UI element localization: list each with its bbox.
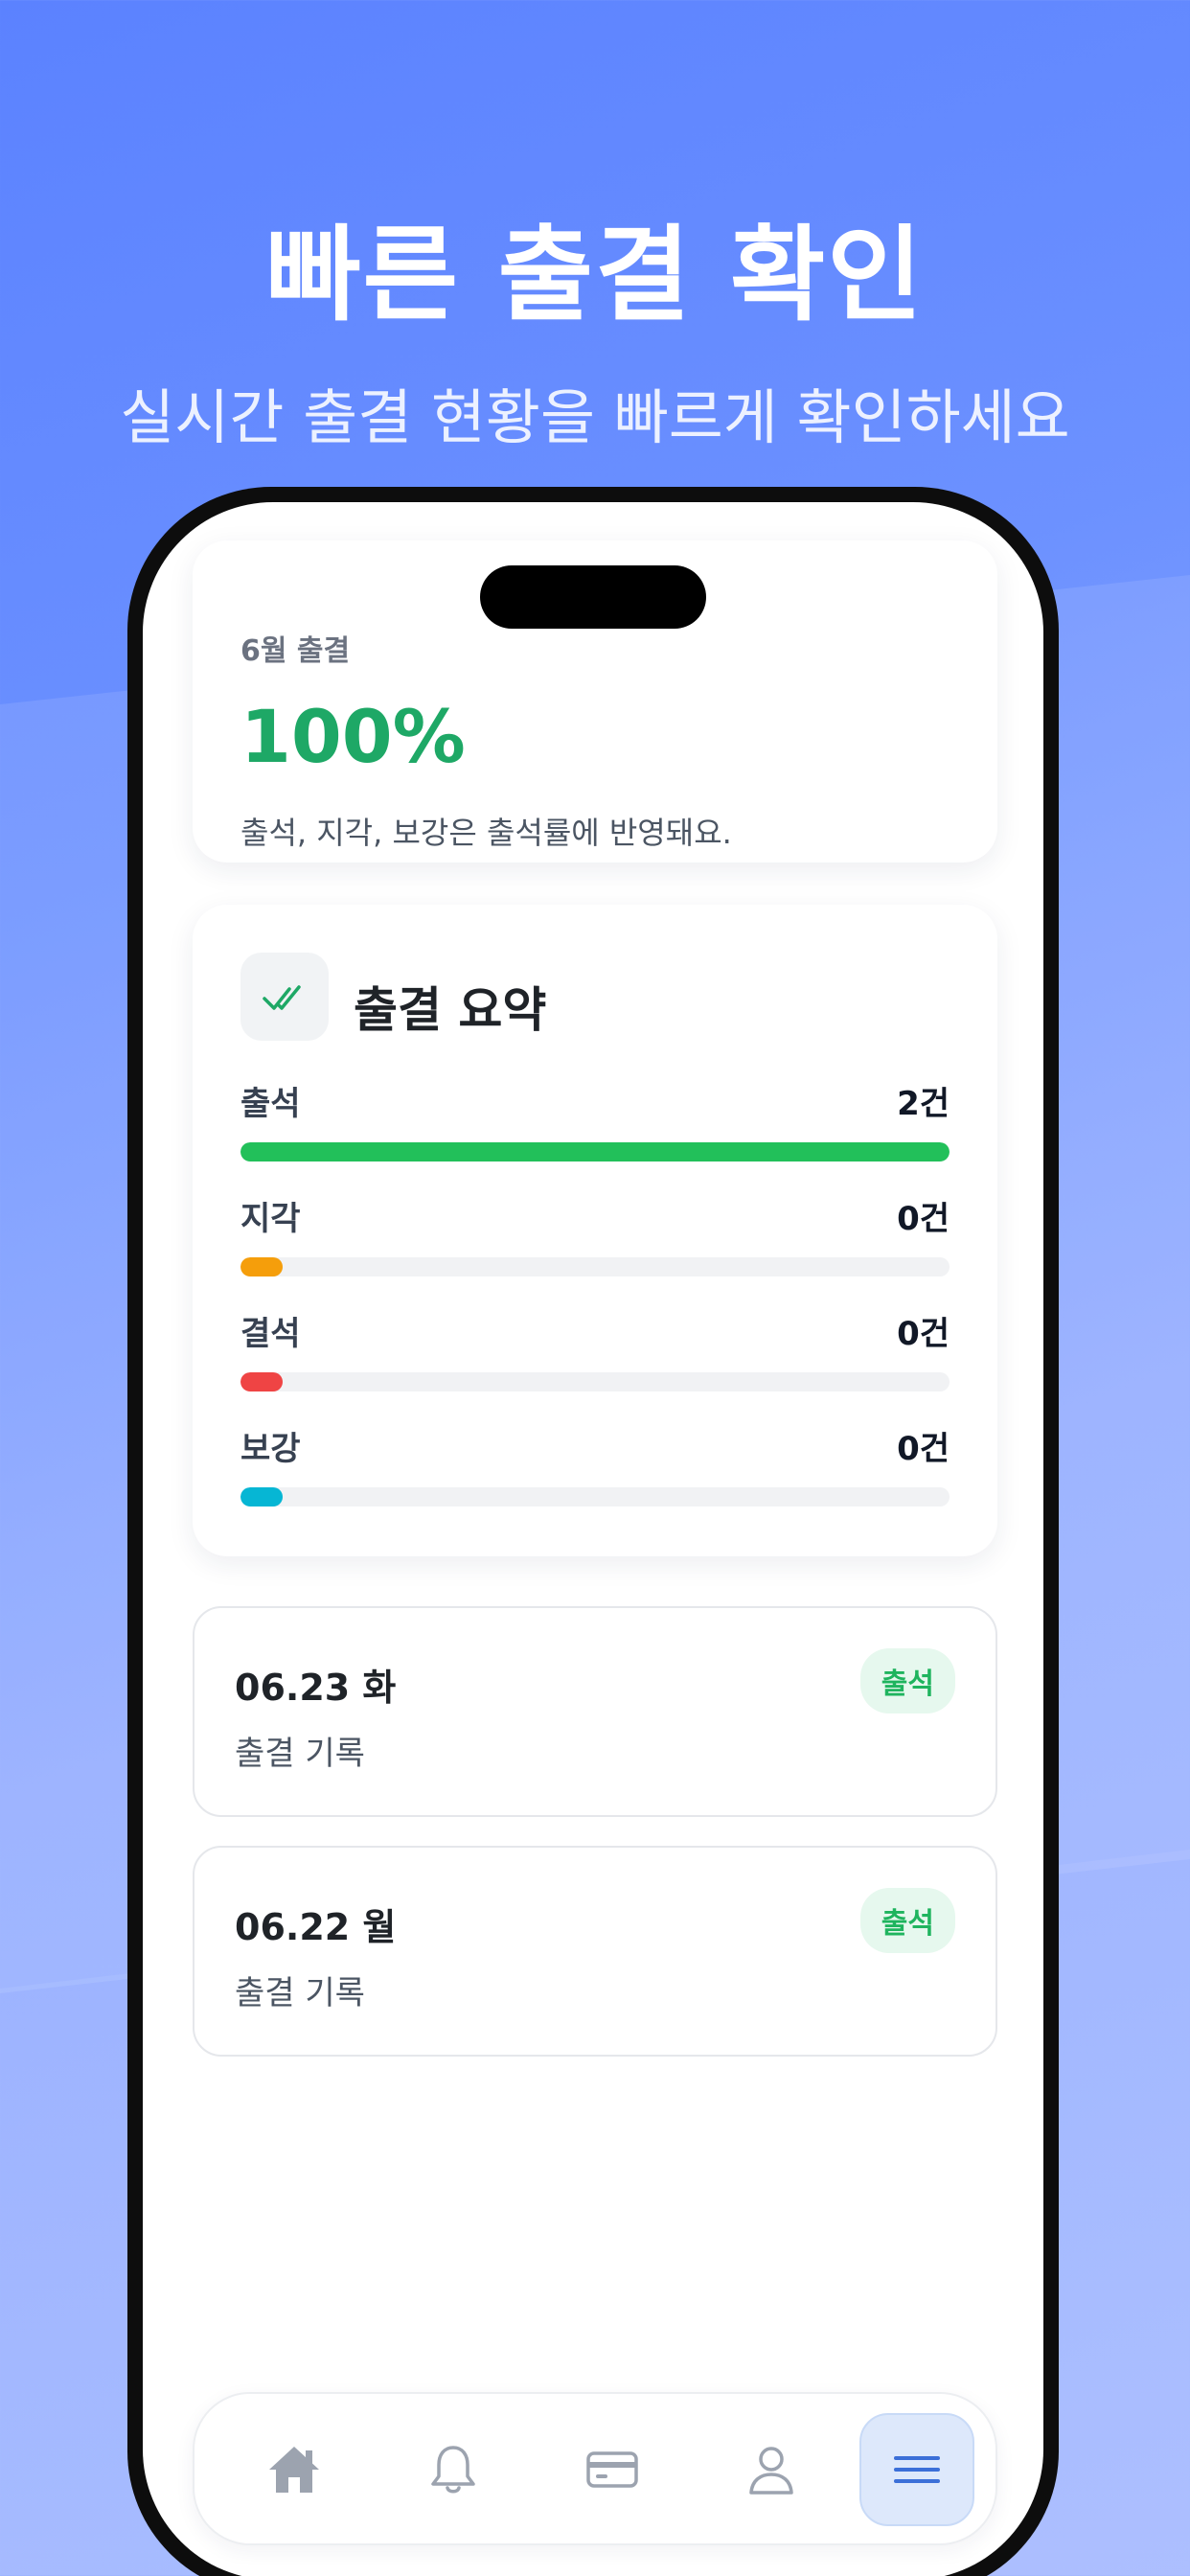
attendance-record-item[interactable]: 06.22 월 출결 기록 출석	[193, 1846, 997, 2057]
progress-track	[240, 1372, 950, 1392]
summary-row-count: 0건	[897, 1430, 950, 1468]
dynamic-island	[480, 565, 706, 629]
summary-row-label: 지각	[240, 1200, 301, 1238]
status-badge: 출석	[859, 1888, 955, 1953]
summary-title: 출결 요약	[354, 982, 547, 1038]
progress-fill	[240, 1142, 950, 1162]
menu-icon	[894, 2456, 940, 2483]
status-badge: 출석	[859, 1648, 955, 1714]
summary-row-makeup: 보강 0건	[240, 1422, 950, 1518]
progress-track	[240, 1257, 950, 1276]
promo-title: 빠른 출결 확인	[265, 216, 925, 335]
tab-menu[interactable]	[859, 2413, 974, 2526]
home-icon	[269, 2447, 319, 2493]
summary-row-label: 결석	[240, 1315, 301, 1353]
summary-row-count: 0건	[897, 1200, 950, 1238]
record-date: 06.23 화	[235, 1667, 397, 1709]
rate-label: 6월 출결	[240, 634, 351, 668]
summary-row-present: 출석 2건	[240, 1077, 950, 1173]
card-icon	[586, 2451, 638, 2488]
summary-row-label: 출석	[240, 1085, 301, 1123]
promo-subtitle: 실시간 출결 현황을 빠르게 확인하세요	[120, 382, 1070, 452]
summary-icon-box	[240, 953, 329, 1041]
phone-frame: 6월 출결 100% 출석, 지각, 보강은 출석률에 반영돼요. 출결 요약 …	[127, 487, 1059, 2576]
tab-home[interactable]	[237, 2413, 352, 2526]
progress-track	[240, 1487, 950, 1506]
record-desc: 출결 기록	[235, 1974, 365, 2012]
user-icon	[749, 2447, 793, 2495]
tab-profile[interactable]	[714, 2413, 829, 2526]
progress-track	[240, 1142, 950, 1162]
summary-row-label: 보강	[240, 1430, 301, 1468]
tab-notifications[interactable]	[396, 2413, 511, 2526]
record-desc: 출결 기록	[235, 1735, 365, 1773]
phone-screen: 6월 출결 100% 출석, 지각, 보강은 출석률에 반영돼요. 출결 요약 …	[143, 502, 1043, 2576]
double-check-icon	[263, 985, 301, 1010]
summary-row-count: 0건	[897, 1315, 950, 1353]
progress-fill	[240, 1487, 283, 1506]
bell-icon	[431, 2446, 475, 2494]
summary-row-late: 지각 0건	[240, 1192, 950, 1288]
tab-payments[interactable]	[555, 2413, 670, 2526]
rate-value: 100%	[240, 694, 466, 779]
progress-fill	[240, 1372, 283, 1392]
summary-row-count: 2건	[897, 1085, 950, 1123]
record-date: 06.22 월	[235, 1906, 397, 1948]
summary-row-absent: 결석 0건	[240, 1307, 950, 1403]
progress-fill	[240, 1257, 283, 1276]
attendance-summary-card: 출결 요약 출석 2건 지각 0건 결석 0건 보강 0건	[193, 905, 997, 1556]
attendance-record-item[interactable]: 06.23 화 출결 기록 출석	[193, 1606, 997, 1817]
rate-note: 출석, 지각, 보강은 출석률에 반영돼요.	[240, 815, 732, 851]
bottom-tab-bar	[193, 2392, 997, 2545]
